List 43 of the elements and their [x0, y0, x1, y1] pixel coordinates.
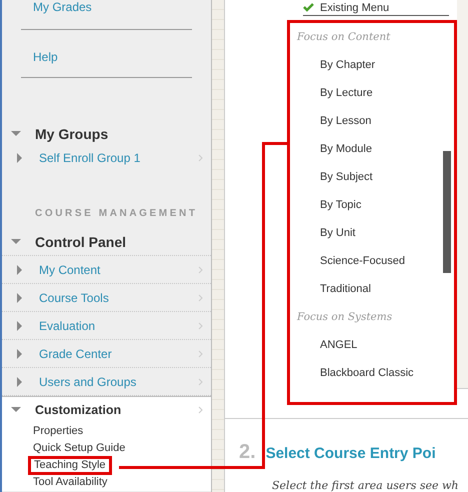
- chevron-icon: [198, 350, 203, 358]
- chevron-icon: [198, 294, 203, 302]
- submenu-link[interactable]: Properties: [29, 423, 88, 440]
- menu-option[interactable]: By Subject: [290, 163, 373, 191]
- collapse-arrow-icon[interactable]: [11, 129, 21, 139]
- chevron-icon: [198, 266, 203, 274]
- chevron-icon: [198, 154, 203, 162]
- group-heading: Focus on Content: [296, 30, 392, 45]
- menu-option[interactable]: Blackboard Classic: [290, 359, 414, 387]
- chevron-icon: [198, 378, 203, 386]
- collapse-arrow-icon[interactable]: [11, 237, 21, 247]
- menu-option[interactable]: Science-Focused: [290, 247, 405, 275]
- menu-option[interactable]: By Lesson: [290, 107, 372, 135]
- sidebar-item[interactable]: Customization: [2, 396, 211, 423]
- scrollbar-thumb[interactable]: [443, 151, 451, 273]
- menu-option[interactable]: By Lecture: [290, 79, 373, 107]
- section-header[interactable]: My Groups: [35, 126, 108, 142]
- step-title: Select Course Entry Poi: [266, 445, 436, 462]
- expand-arrow-icon[interactable]: [15, 320, 25, 330]
- menu-option[interactable]: ANGEL: [290, 331, 358, 359]
- menu-option[interactable]: By Chapter: [290, 51, 376, 79]
- expand-arrow-icon[interactable]: [15, 264, 25, 274]
- chevron-icon: [198, 322, 203, 330]
- expand-arrow-icon[interactable]: [15, 153, 25, 163]
- section-label: COURSE MANAGEMENT: [34, 208, 199, 219]
- submenu-link[interactable]: Quick Setup Guide: [29, 440, 130, 457]
- checkmark-icon: [303, 3, 314, 12]
- menu-option[interactable]: By Unit: [290, 219, 356, 247]
- menu-option[interactable]: By Topic: [290, 191, 362, 219]
- section-header[interactable]: Control Panel: [35, 234, 126, 250]
- collapse-arrow-icon[interactable]: [11, 405, 21, 415]
- expand-arrow-icon[interactable]: [15, 348, 25, 358]
- menu-option[interactable]: By Module: [290, 135, 372, 163]
- submenu-link[interactable]: Teaching Style: [29, 457, 111, 474]
- expand-arrow-icon[interactable]: [15, 292, 25, 302]
- group-heading: Focus on Systems: [296, 310, 394, 325]
- menu-option[interactable]: Existing Menu: [320, 2, 390, 14]
- submenu-link[interactable]: Tool Availability: [29, 474, 112, 491]
- step-number: 2.: [239, 441, 256, 464]
- step-description: Select the first area users see wh: [272, 479, 460, 492]
- expand-arrow-icon[interactable]: [15, 376, 25, 386]
- menu-option[interactable]: Traditional: [290, 275, 371, 303]
- chevron-icon: [198, 406, 203, 414]
